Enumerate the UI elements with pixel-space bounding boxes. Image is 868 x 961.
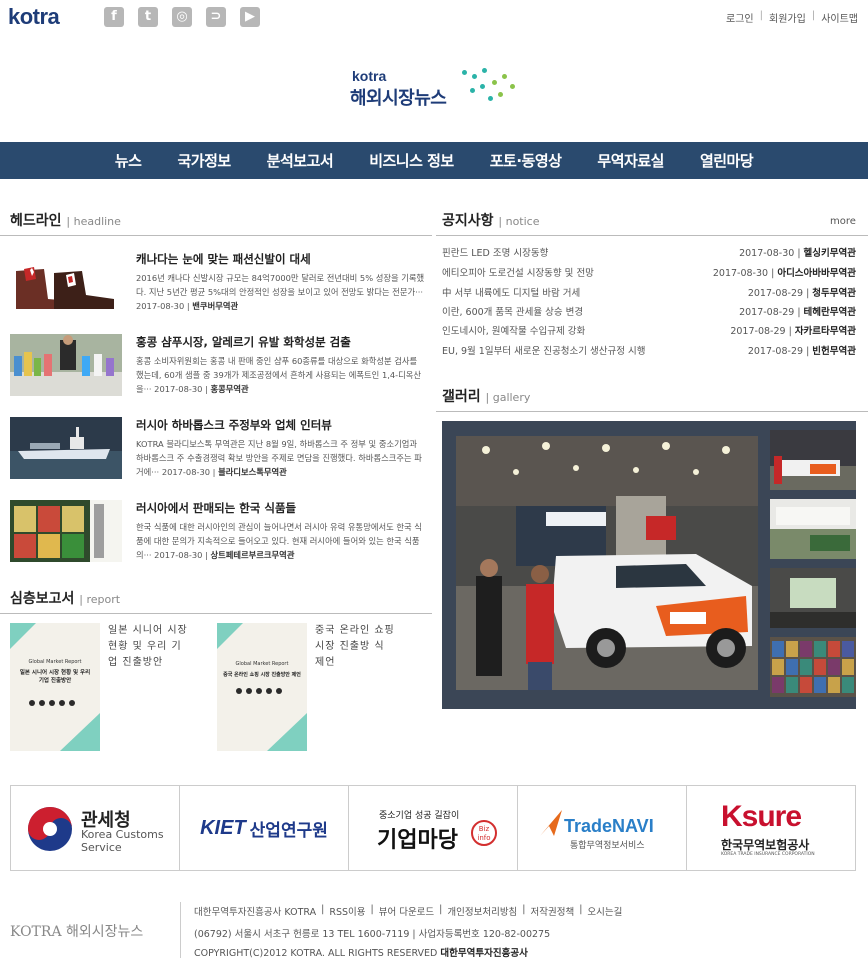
tradenavi-arrow-icon (540, 810, 562, 836)
main-nav: 뉴스 국가정보 분석보고서 비즈니스 정보 포토·동영상 무역자료실 열린마당 (0, 142, 868, 179)
notice-row[interactable]: 인도네시아, 원예작물 수입규제 강화 2017-08-29 | 자카르타무역관 (442, 323, 856, 337)
notice-row[interactable]: EU, 9월 1일부터 새로운 진공청소기 생산규정 시행 2017-08-29 … (442, 343, 856, 357)
nav-media[interactable]: 포토·동영상 (490, 150, 562, 171)
twitter-icon[interactable]: t (138, 7, 158, 27)
headline-item-title[interactable]: 캐나다는 눈에 맞는 패션신발이 대세 (136, 251, 311, 267)
report-cover[interactable]: Global Market Report 중국 온라인 쇼핑 시장 진출방안 제… (217, 623, 307, 751)
signup-link[interactable]: 회원가입 (769, 10, 806, 25)
partner-tradenavi[interactable]: TradeNAVI 통합무역정보서비스 (518, 786, 687, 870)
gallery-main-photo[interactable] (456, 436, 758, 690)
headline-item-title[interactable]: 러시아 하바롭스크 주정부와 업체 인터뷰 (136, 417, 332, 433)
headline-item-title[interactable]: 홍콩 샴푸시장, 알레르기 유발 화학성분 검출 (136, 334, 351, 350)
login-link[interactable]: 로그인 (726, 10, 754, 25)
report-link[interactable]: 일본 시니어 시장 현황 및 우리 기업 진출방안 (108, 623, 188, 671)
partner-bizinfo[interactable]: 중소기업 성공 길잡이 기업마당 Biz info (349, 786, 518, 870)
footer-links: 대한무역투자진흥공사 KOTRA | RSS이용 | 뷰어 다운로드 | 개인정보처리… (194, 904, 623, 918)
gallery-thumbnail[interactable] (770, 499, 856, 559)
headline-item-summary: KOTRA 블라디보스톡 무역관은 지난 8월 9일, 하바롭스크 주 정부 및… (136, 439, 422, 477)
footer-copyright: COPYRIGHT(C)2012 KOTRA. ALL RIGHTS RESER… (194, 948, 528, 959)
gallery-thumbnail[interactable] (770, 637, 856, 697)
instagram-icon[interactable]: ◎ (172, 7, 192, 27)
nav-business[interactable]: 비즈니스 정보 (369, 150, 454, 171)
top-bar: kotra f t ◎ ⊃ ▶ 로그인 | 회원가입 | 사이트맵 (0, 0, 868, 34)
headline-item-summary: 한국 식품에 대한 러시아인의 관심이 늘어나면서 러시아 유력 유통망에서도 … (136, 522, 422, 560)
headline-item[interactable]: 홍콩 샴푸시장, 알레르기 유발 화학성분 검출 홍콩 소비자위원회는 홍콩 내… (10, 334, 430, 406)
partner-customs[interactable]: 관세청 Korea Customs Service (11, 786, 180, 870)
footer-link[interactable]: RSS이용 (329, 904, 365, 918)
notice-row[interactable]: 핀란드 LED 조명 시장동향 2017-08-30 | 헬싱키무역관 (442, 245, 856, 259)
notice-more-link[interactable]: more (830, 216, 856, 227)
notice-row[interactable]: 이란, 600개 품목 관세율 상승 변경 2017-08-29 | 테헤란무역관 (442, 304, 856, 318)
site-logo[interactable]: kotra 해외시장뉴스 (350, 66, 530, 114)
footer-address: (06792) 서울시 서초구 헌릉로 13 TEL 1600-7119 | 사… (194, 929, 551, 940)
notice-row[interactable]: 中 서부 내륙에도 디지털 바람 거세 2017-08-29 | 청두무역관 (442, 285, 856, 299)
gallery-thumbnail[interactable] (770, 568, 856, 628)
boots-thumbnail[interactable] (10, 251, 122, 313)
footer-link[interactable]: 저작권정책 (531, 904, 575, 918)
headline-item-title[interactable]: 러시아에서 판매되는 한국 식품들 (136, 500, 296, 516)
headline-item-summary: 2016년 캐나다 신발시장 규모는 84억7000만 달러로 전년대비 5% … (136, 273, 425, 311)
headline-item[interactable]: 러시아 하바롭스크 주정부와 업체 인터뷰 KOTRA 블라디보스톡 무역관은 … (10, 417, 430, 489)
facebook-icon[interactable]: f (104, 7, 124, 27)
gallery-title: 갤러리 | gallery (442, 389, 531, 405)
nav-trade-data[interactable]: 무역자료실 (597, 150, 664, 171)
report-cover[interactable]: Global Market Report 일본 시니어 시장 현황 및 우리기업… (10, 623, 100, 751)
footer-logo: KOTRA 해외시장뉴스 (10, 924, 144, 940)
notice-row[interactable]: 에티오피아 도로건설 시장동향 및 전망 2017-08-30 | 아디스아바바무… (442, 265, 856, 279)
nav-country[interactable]: 국가정보 (177, 150, 231, 171)
footer-link[interactable]: 오시는길 (587, 904, 622, 918)
top-links: 로그인 | 회원가입 | 사이트맵 (726, 10, 858, 25)
sitemap-link[interactable]: 사이트맵 (821, 10, 858, 25)
partner-ksure[interactable]: Ksure 한국무역보험공사 KOREA TRADE INSURANCE COR… (687, 786, 855, 870)
nav-reports[interactable]: 분석보고서 (267, 150, 334, 171)
kotra-logo[interactable]: kotra (8, 4, 60, 30)
footer-link[interactable]: 대한무역투자진흥공사 KOTRA (194, 904, 316, 918)
korean-food-thumbnail[interactable] (10, 500, 122, 562)
notice-title: 공지사항 | notice (442, 213, 540, 229)
partner-banners: 관세청 Korea Customs Service KIET 산업연구원 중소기… (10, 785, 856, 871)
ship-thumbnail[interactable] (10, 417, 122, 479)
report-link[interactable]: 중국 온라인 쇼핑 시장 진출방 식 제언 (315, 623, 395, 671)
rss-icon[interactable]: ⊃ (206, 7, 226, 27)
report-title: 심층보고서 | report (10, 591, 121, 607)
headline-item[interactable]: 러시아에서 판매되는 한국 식품들 한국 식품에 대한 러시아인의 관심이 늘어… (10, 500, 430, 572)
customs-emblem-icon (28, 807, 72, 851)
social-links: f t ◎ ⊃ ▶ (104, 7, 260, 27)
headline-item[interactable]: 캐나다는 눈에 맞는 패션신발이 대세 2016년 캐나다 신발시장 규모는 8… (10, 251, 430, 323)
shampoo-thumbnail[interactable] (10, 334, 122, 396)
nav-news[interactable]: 뉴스 (115, 150, 142, 171)
footer-link[interactable]: 개인정보처리방침 (447, 904, 517, 918)
nav-open[interactable]: 열린마당 (700, 150, 754, 171)
youtube-icon[interactable]: ▶ (240, 7, 260, 27)
headline-title: 헤드라인 | headline (10, 213, 121, 229)
headline-item-summary: 홍콩 소비자위원회는 홍콩 내 판매 중인 샴푸 60종류를 대상으로 화학성분… (136, 356, 422, 394)
footer-link[interactable]: 뷰어 다운로드 (379, 904, 434, 918)
gallery-thumbnail[interactable] (770, 430, 856, 490)
partner-kiet[interactable]: KIET 산업연구원 (180, 786, 349, 870)
